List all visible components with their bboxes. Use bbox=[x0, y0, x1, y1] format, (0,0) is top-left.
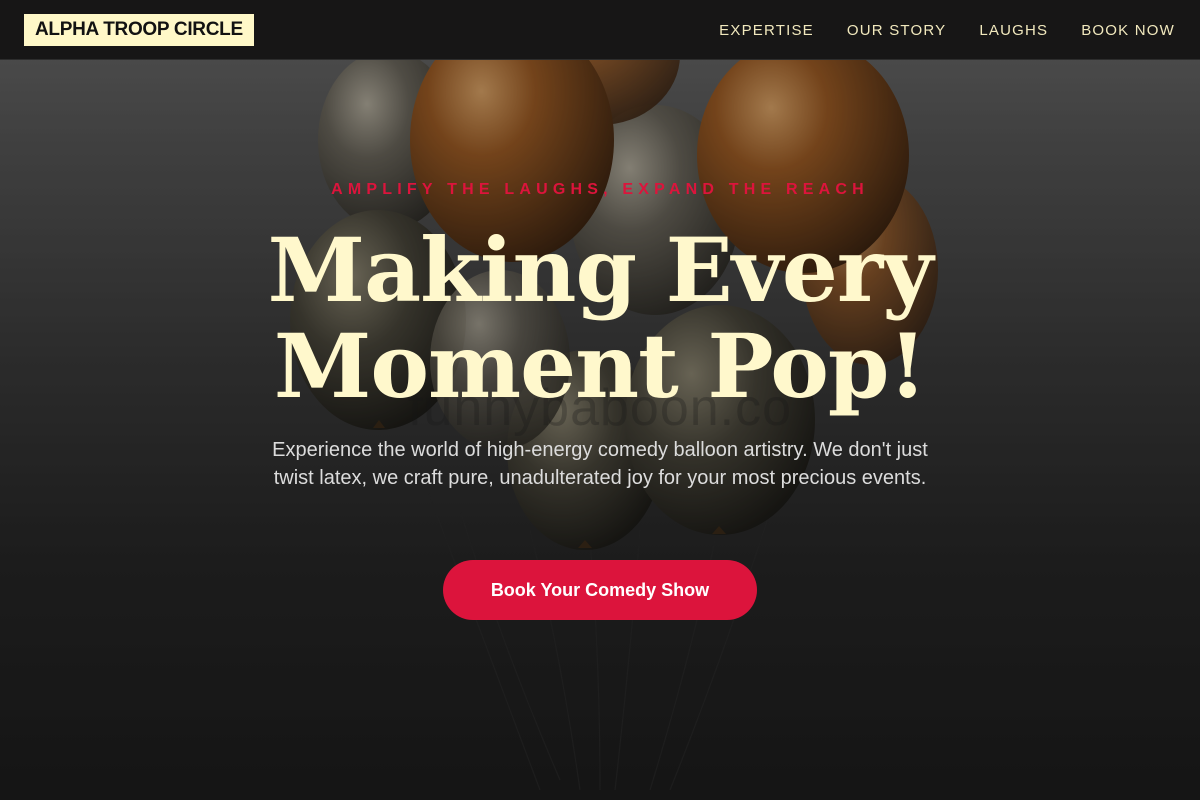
nav-link-our-story[interactable]: OUR STORY bbox=[847, 22, 946, 39]
hero-content: AMPLIFY THE LAUGHS, EXPAND THE REACH Mak… bbox=[0, 0, 1200, 800]
nav-link-book-now[interactable]: BOOK NOW bbox=[1081, 22, 1175, 39]
nav-link-laughs[interactable]: LAUGHS bbox=[979, 22, 1048, 39]
headline-line-2: Moment Pop! bbox=[273, 314, 927, 418]
hero-description: Experience the world of high-energy come… bbox=[272, 439, 928, 489]
nav-menu: EXPERTISE OUR STORY LAUGHS BOOK NOW bbox=[686, 0, 1175, 60]
hero-headline: Making Every Moment Pop! bbox=[100, 222, 1100, 414]
site-logo[interactable]: ALPHA TROOP CIRCLE bbox=[24, 14, 254, 46]
top-navbar: ALPHA TROOP CIRCLE EXPERTISE OUR STORY L… bbox=[0, 0, 1200, 60]
headline-line-1: Making Every bbox=[267, 218, 934, 322]
nav-link-expertise[interactable]: EXPERTISE bbox=[719, 22, 814, 39]
hero-tagline: AMPLIFY THE LAUGHS, EXPAND THE REACH bbox=[331, 181, 869, 198]
book-comedy-show-button[interactable]: Book Your Comedy Show bbox=[443, 560, 757, 620]
